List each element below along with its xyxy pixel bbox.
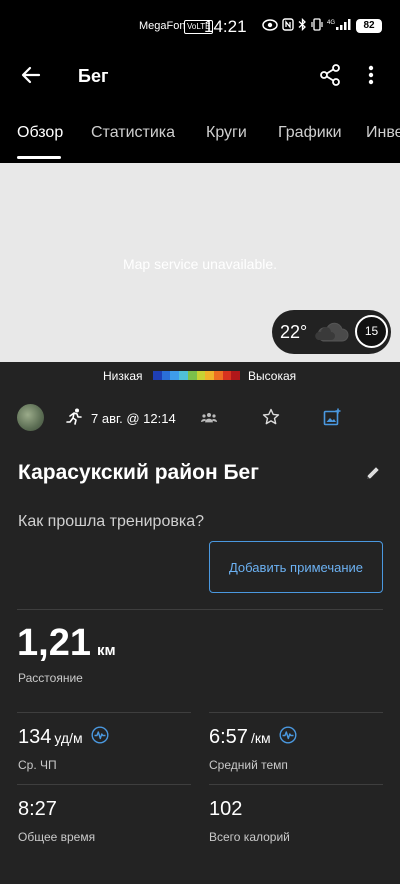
legend-swatch	[222, 371, 232, 380]
legend-low-label: Низкая	[103, 369, 143, 383]
pace-badge-icon[interactable]	[279, 726, 297, 749]
active-tab-indicator	[17, 156, 61, 159]
avg-hr-label: Ср. ЧП	[18, 758, 57, 772]
total-time-stat: 8:27 Общее время	[18, 798, 95, 844]
clock: 14:21	[204, 17, 247, 36]
back-arrow-icon[interactable]	[20, 64, 42, 91]
legend-swatch	[179, 371, 188, 380]
activity-title: Карасукский район Бег	[18, 461, 259, 484]
legend-swatch	[187, 371, 197, 380]
avg-pace-label: Средний темп	[209, 758, 288, 772]
avatar[interactable]	[17, 404, 44, 431]
add-note-button[interactable]: Добавить примечание	[209, 541, 383, 593]
people-icon[interactable]	[201, 411, 217, 429]
app-bar: Бег	[0, 52, 400, 102]
weather-temperature: 22°	[280, 322, 308, 342]
weather-widget: 22° 15	[272, 310, 391, 354]
tab-laps[interactable]: Круги	[206, 124, 247, 142]
cloud-icon	[315, 322, 349, 349]
workout-question: Как прошла тренировка?	[18, 513, 204, 530]
wind-speed: 15	[355, 315, 388, 348]
total-time-label: Общее время	[18, 830, 96, 844]
calories-stat: 102 Всего калорий	[209, 798, 290, 844]
divider	[17, 784, 191, 785]
map-unavailable-message: Map service unavailable.	[122, 256, 278, 272]
divider	[209, 784, 383, 785]
tab-statistics[interactable]: Статистика	[91, 124, 175, 142]
bluetooth-icon	[298, 17, 307, 36]
more-vertical-icon[interactable]	[366, 64, 376, 91]
legend-swatch	[213, 371, 223, 380]
legend-swatch	[231, 371, 241, 380]
tab-overview[interactable]: Обзор	[17, 124, 63, 142]
nfc-icon	[282, 18, 294, 36]
distance-value: 1,21	[17, 622, 91, 664]
activity-date: 7 авг. @ 12:14	[91, 411, 176, 426]
avg-pace-unit: /км	[250, 730, 271, 746]
eye-icon	[262, 18, 278, 36]
legend-swatch	[161, 371, 171, 380]
distance-stat: 1,21 км	[17, 622, 116, 665]
tab-bar: Обзор Статистика Круги Графики Инве	[0, 110, 400, 160]
legend-swatch	[153, 371, 162, 380]
legend-swatch	[196, 371, 206, 380]
calories-label: Всего калорий	[209, 830, 290, 844]
avg-hr-stat: 134 уд/м Ср. ЧП	[18, 726, 109, 772]
calories-value: 102	[209, 798, 243, 820]
status-bar: MegaFon VoLTE 14:21 4G 82	[0, 0, 400, 52]
avg-pace-value: 6:57	[209, 726, 248, 748]
avg-hr-value: 134	[18, 726, 52, 748]
avg-hr-unit: уд/м	[54, 730, 83, 746]
legend-swatch	[170, 371, 180, 380]
intensity-legend: Низкая Высокая	[0, 369, 400, 383]
total-time-value: 8:27	[18, 798, 57, 820]
map-area[interactable]: Map service unavailable. 22° 15	[0, 163, 400, 362]
running-icon	[66, 408, 84, 431]
edit-pencil-icon[interactable]	[365, 465, 381, 486]
vibrate-icon	[311, 18, 323, 36]
activity-meta-row: 7 авг. @ 12:14	[0, 404, 400, 434]
divider	[17, 609, 383, 610]
heart-rate-badge-icon[interactable]	[91, 726, 109, 749]
tab-charts[interactable]: Графики	[278, 124, 342, 142]
activity-content: Низкая Высокая 7 авг. @ 12:14 Карасукски…	[0, 362, 400, 884]
system-icons: 4G	[262, 17, 355, 36]
avg-pace-stat: 6:57/км Средний темп	[209, 726, 297, 772]
distance-label: Расстояние	[18, 671, 83, 685]
add-photo-icon[interactable]	[323, 408, 342, 432]
distance-unit: км	[96, 642, 116, 659]
svg-text:4G: 4G	[327, 20, 335, 26]
divider	[209, 712, 383, 713]
legend-swatch	[205, 371, 214, 380]
divider	[17, 712, 191, 713]
legend-high-label: Высокая	[248, 369, 297, 383]
tab-equipment[interactable]: Инве	[366, 124, 400, 142]
star-icon[interactable]	[262, 408, 280, 431]
page-title: Бег	[78, 66, 109, 86]
battery-indicator: 82	[356, 19, 382, 33]
carrier-name: MegaFon	[139, 20, 186, 32]
mobile-signal-icon: 4G	[327, 18, 355, 36]
share-icon[interactable]	[319, 64, 341, 91]
legend-color-bar	[153, 371, 241, 380]
